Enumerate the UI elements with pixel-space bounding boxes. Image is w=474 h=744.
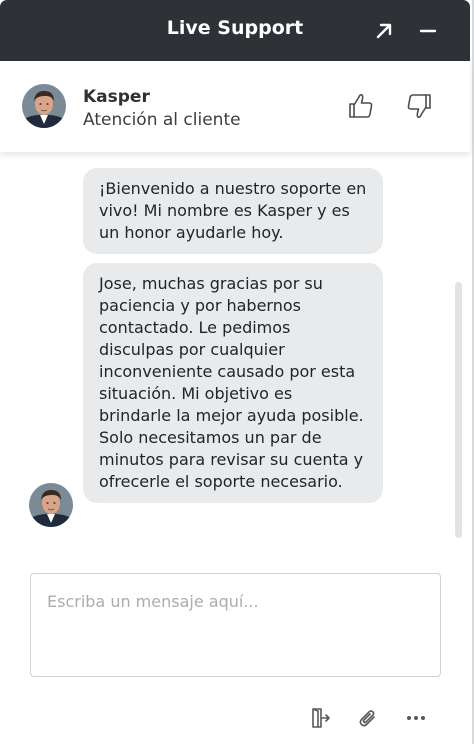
header-bar: Live Support xyxy=(0,0,470,61)
expand-button[interactable] xyxy=(369,16,399,46)
attach-file-button[interactable] xyxy=(355,705,381,731)
agent-message-bubble: Jose, muchas gracias por su paciencia y … xyxy=(83,263,383,503)
message-list[interactable]: ¡Bienvenido a nuestro soporte en vivo! M… xyxy=(0,152,470,560)
exit-door-icon xyxy=(312,708,330,728)
agent-role: Atención al cliente xyxy=(83,110,241,130)
chat-widget: Live Support Kasper Atención al cliente … xyxy=(0,0,474,744)
thumbs-down-icon xyxy=(407,94,431,119)
minus-icon xyxy=(419,29,437,33)
arrow-up-right-icon xyxy=(376,23,392,39)
minimize-button[interactable] xyxy=(413,16,443,46)
more-options-button[interactable] xyxy=(403,705,429,731)
message-agent-avatar xyxy=(29,483,73,527)
paperclip-icon xyxy=(359,710,375,727)
message-input[interactable] xyxy=(31,574,440,676)
chat-scrollbar[interactable] xyxy=(455,282,462,538)
agent-name: Kasper xyxy=(83,87,150,107)
message-composer xyxy=(30,573,441,677)
thumbs-up-button[interactable] xyxy=(346,91,376,121)
agent-message-bubble: ¡Bienvenido a nuestro soporte en vivo! M… xyxy=(83,168,383,254)
thumbs-down-button[interactable] xyxy=(404,91,434,121)
thumbs-up-icon xyxy=(349,93,373,118)
header-title: Live Support xyxy=(166,17,304,39)
agent-avatar xyxy=(22,84,66,128)
agent-info-bar: Kasper Atención al cliente xyxy=(0,61,470,152)
end-chat-button[interactable] xyxy=(307,705,333,731)
more-dots-icon xyxy=(407,716,425,720)
